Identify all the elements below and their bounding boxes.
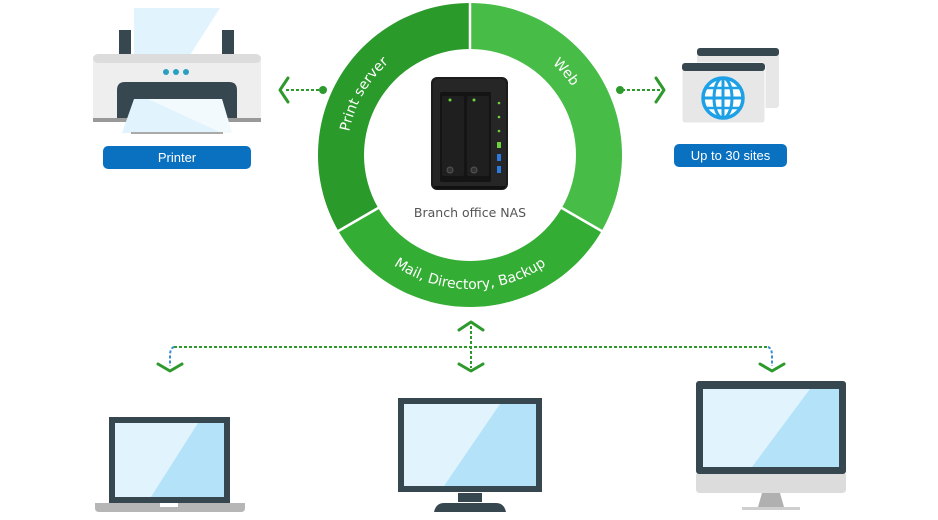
websites-label: Up to 30 sites bbox=[674, 144, 787, 167]
connector-to-clients bbox=[156, 320, 786, 373]
nas-caption: Branch office NAS bbox=[413, 205, 527, 220]
arrow-down-icon bbox=[156, 362, 184, 373]
laptop-icon bbox=[95, 417, 245, 512]
printer-label: Printer bbox=[103, 146, 251, 169]
connector-to-websites bbox=[616, 76, 666, 104]
diagram-canvas: Print server Web Mail, Directory, Backup bbox=[93, 2, 846, 512]
desktop-computer-icon bbox=[696, 381, 846, 510]
website-globe-icon bbox=[681, 48, 779, 124]
nas-device-icon bbox=[431, 77, 508, 190]
connector-to-printer bbox=[278, 76, 327, 104]
printer-icon bbox=[93, 8, 261, 134]
monitor-icon bbox=[398, 398, 542, 512]
arrow-down-icon bbox=[758, 362, 786, 373]
